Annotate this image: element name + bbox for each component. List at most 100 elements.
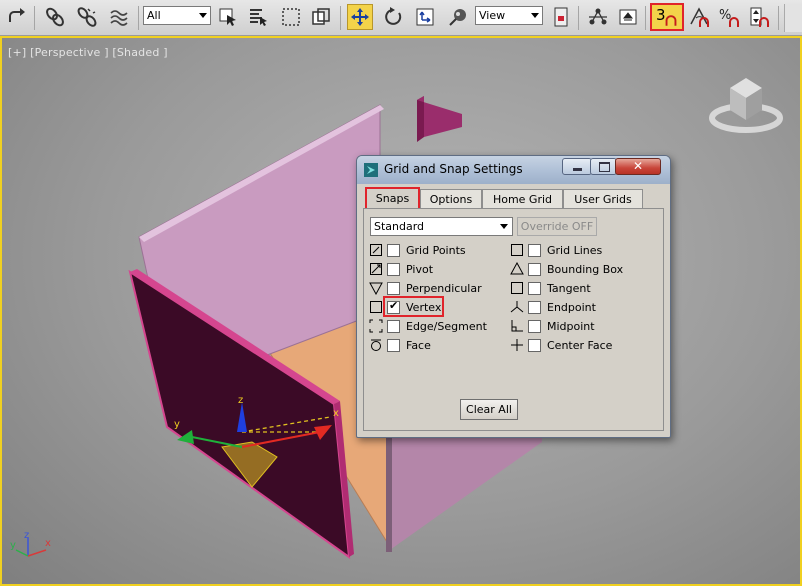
snap-endpoint: Endpoint <box>510 300 655 316</box>
perpendicular-label: Perpendicular <box>406 282 482 295</box>
override-off-button: Override OFF <box>517 217 597 236</box>
center-face-label: Center Face <box>547 339 613 352</box>
grid-and-snap-settings-dialog: Grid and Snap Settings ✕ Snaps Options H… <box>356 155 671 438</box>
pivot-checkbox[interactable] <box>387 263 400 276</box>
chevron-down-icon <box>199 13 207 18</box>
maximize-icon <box>599 162 610 172</box>
angle-snap-icon[interactable] <box>686 4 712 30</box>
pivot-label: Pivot <box>406 263 434 276</box>
bounding-box-label: Bounding Box <box>547 263 624 276</box>
rectangular-selection-icon[interactable] <box>278 4 304 30</box>
perpendicular-checkbox[interactable] <box>387 282 400 295</box>
maximize-button[interactable] <box>590 158 617 175</box>
reference-coord-value: View <box>479 9 506 22</box>
snap-center-face: Center Face <box>510 338 655 354</box>
grid-points-label: Grid Points <box>406 244 466 257</box>
snap-preset-value: Standard <box>374 220 425 233</box>
select-object-icon[interactable] <box>215 4 241 30</box>
midpoint-checkbox[interactable] <box>528 320 541 333</box>
bind-space-warp-icon[interactable] <box>106 4 132 30</box>
selection-filter-value: All <box>147 9 161 22</box>
select-link-icon[interactable] <box>42 4 68 30</box>
bounding-box-checkbox[interactable] <box>528 263 541 276</box>
spinner-snap-icon[interactable] <box>746 4 772 30</box>
gizmo-x-label: x <box>333 408 339 419</box>
tab-snaps[interactable]: Snaps <box>365 187 420 211</box>
snap-3d-icon <box>665 15 677 26</box>
grid-points-icon <box>370 244 382 256</box>
app-logo-icon <box>364 163 378 177</box>
edge-segment-label: Edge/Segment <box>406 320 487 333</box>
close-button[interactable]: ✕ <box>615 158 661 175</box>
face-label: Face <box>406 339 431 352</box>
bounding-box-icon <box>510 262 524 275</box>
select-rotate-icon[interactable] <box>380 4 406 30</box>
vertex-icon <box>370 301 382 313</box>
snap-tangent: Tangent <box>510 281 655 297</box>
chevron-down-icon <box>500 224 508 229</box>
perspective-viewport[interactable]: [+] [Perspective ] [Shaded ] z y x z x y… <box>0 36 802 586</box>
selection-filter-dropdown[interactable]: All <box>143 6 211 25</box>
minimize-button[interactable] <box>562 158 592 175</box>
dialog-title: Grid and Snap Settings <box>384 162 523 176</box>
main-toolbar: All View 3 % <box>0 0 802 36</box>
clear-all-button[interactable]: Clear All <box>460 399 518 420</box>
tripod-z-label: z <box>24 530 30 541</box>
snap-preset-dropdown[interactable]: Standard <box>370 217 513 236</box>
grid-points-checkbox[interactable] <box>387 244 400 257</box>
tangent-checkbox[interactable] <box>528 282 541 295</box>
midpoint-icon <box>511 320 523 332</box>
snap-grid-lines: Grid Lines <box>510 243 655 259</box>
face-checkbox[interactable] <box>387 339 400 352</box>
close-icon: ✕ <box>633 159 644 173</box>
snaps-panel: Standard Override OFF Grid Points Pivot … <box>363 208 664 431</box>
edge-segment-checkbox[interactable] <box>387 320 400 333</box>
percent-snap-icon[interactable]: % <box>716 4 742 30</box>
tab-home-grid[interactable]: Home Grid <box>482 189 563 209</box>
endpoint-label: Endpoint <box>547 301 596 314</box>
vertex-highlight <box>383 296 444 317</box>
select-manipulate-icon[interactable] <box>548 4 574 30</box>
snap-pivot: Pivot <box>369 262 514 278</box>
pivot-center-icon[interactable] <box>445 4 471 30</box>
unlink-icon[interactable] <box>74 4 100 30</box>
minimize-icon <box>573 168 582 171</box>
snap-face: Face <box>369 338 514 354</box>
viewcube-icon[interactable] <box>708 68 784 138</box>
pivot-icon <box>370 263 382 275</box>
grid-lines-checkbox[interactable] <box>528 244 541 257</box>
select-scale-icon[interactable] <box>412 4 438 30</box>
grid-lines-icon <box>511 244 523 256</box>
perpendicular-icon <box>369 282 383 295</box>
snap-grid-points: Grid Points <box>369 243 514 259</box>
grid-lines-label: Grid Lines <box>547 244 603 257</box>
window-crossing-icon[interactable] <box>308 4 334 30</box>
endpoint-checkbox[interactable] <box>528 301 541 314</box>
midpoint-label: Midpoint <box>547 320 595 333</box>
tripod-y-label: y <box>10 540 16 551</box>
gizmo-y-label: y <box>174 419 180 430</box>
endpoint-icon <box>510 301 524 313</box>
tangent-icon <box>511 282 523 294</box>
select-by-name-icon[interactable] <box>245 4 271 30</box>
mirror-icon[interactable] <box>585 4 611 30</box>
tangent-label: Tangent <box>547 282 591 295</box>
toolbar-overflow[interactable] <box>784 4 802 32</box>
center-face-icon <box>511 339 523 351</box>
gizmo-z-label: z <box>238 395 244 406</box>
select-move-icon[interactable] <box>347 4 373 30</box>
center-face-checkbox[interactable] <box>528 339 541 352</box>
redo-icon[interactable] <box>4 4 30 30</box>
edge-segment-icon <box>369 319 383 333</box>
snap-midpoint: Midpoint <box>510 319 655 335</box>
snap-edge-segment: Edge/Segment <box>369 319 514 335</box>
face-icon <box>371 339 381 351</box>
snap-toggle-button[interactable]: 3 <box>650 3 684 31</box>
dialog-titlebar[interactable]: Grid and Snap Settings ✕ <box>357 156 670 184</box>
reference-coord-dropdown[interactable]: View <box>475 6 543 25</box>
align-icon[interactable] <box>615 4 641 30</box>
tab-user-grids[interactable]: User Grids <box>563 189 643 209</box>
tab-options[interactable]: Options <box>420 189 482 209</box>
chevron-down-icon <box>531 13 539 18</box>
snap-perpendicular: Perpendicular <box>369 281 514 297</box>
